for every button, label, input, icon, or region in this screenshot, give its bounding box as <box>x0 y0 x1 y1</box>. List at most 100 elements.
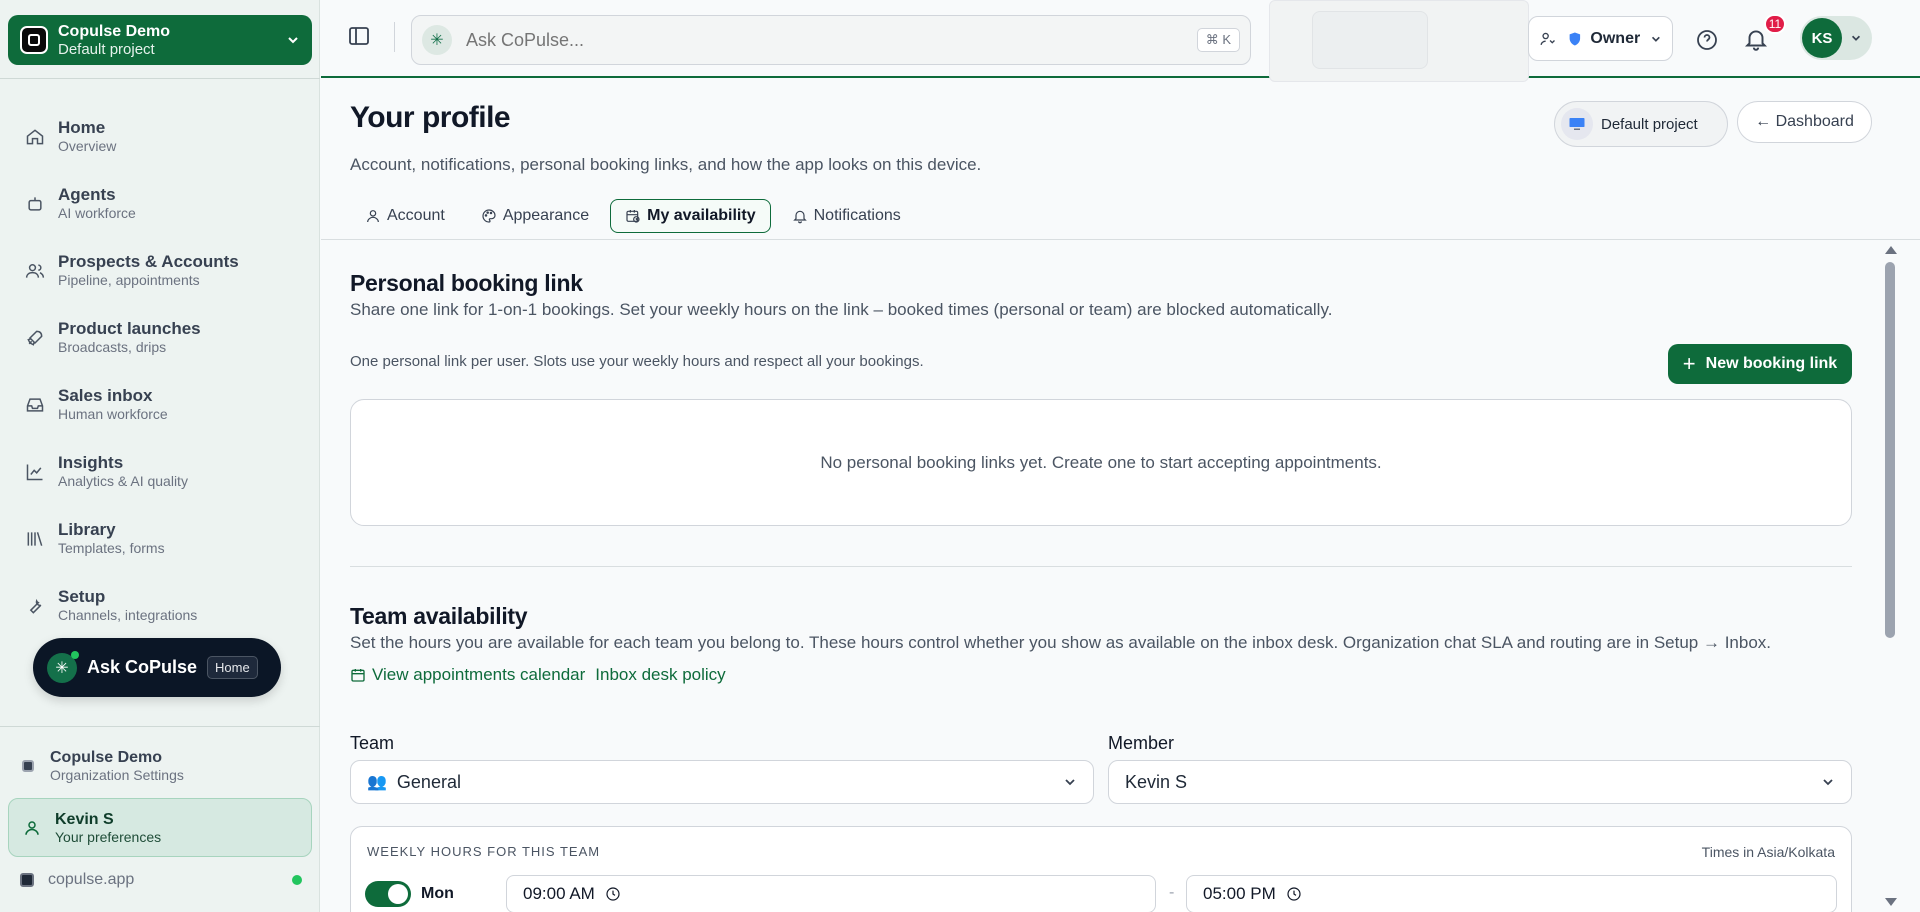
empty-state-text: No personal booking links yet. Create on… <box>820 452 1382 472</box>
search-input[interactable] <box>466 29 1197 51</box>
scroll-up-arrow-icon[interactable] <box>1885 246 1897 254</box>
sidebar-item-sub: AI workforce <box>58 205 136 221</box>
chart-line-icon <box>24 461 46 483</box>
sidebar-item-title: Home <box>58 118 106 137</box>
plus-icon: + <box>1682 351 1696 376</box>
dashboard-button[interactable]: ← Dashboard <box>1737 101 1872 143</box>
page-subtitle: Account, notifications, personal booking… <box>350 155 982 174</box>
scrollbar-thumb[interactable] <box>1885 262 1895 638</box>
tab-label: My availability <box>647 207 756 224</box>
new-booking-link-label: New booking link <box>1705 355 1838 372</box>
chevron-down-icon <box>1652 36 1661 42</box>
sidebar-item-product-launches[interactable]: Product launches Broadcasts, drips <box>24 315 304 367</box>
project-switcher[interactable]: Copulse Demo Default project <box>8 15 312 65</box>
end-time-input[interactable]: 05:00 PM <box>1186 875 1837 912</box>
loading-placeholder <box>1269 0 1529 82</box>
section-divider <box>350 566 1852 567</box>
avatar: KS <box>1802 18 1842 58</box>
user-name: Kevin S <box>55 810 114 828</box>
app-logo-icon <box>20 26 48 54</box>
sidebar-item-sales-inbox[interactable]: Sales inbox Human workforce <box>24 382 304 434</box>
project-switcher-name: Copulse Demo <box>58 22 171 40</box>
team-section-desc: Set the hours you are available for each… <box>350 633 1772 652</box>
robot-icon <box>24 193 46 215</box>
app-icon <box>20 873 34 887</box>
team-select-value: General <box>396 771 461 792</box>
clock-icon <box>606 887 620 901</box>
sidebar-item-library[interactable]: Library Templates, forms <box>24 516 304 568</box>
ask-copulse-button[interactable]: ✳ Ask CoPulse Home <box>33 638 281 697</box>
project-switcher-sub: Default project <box>58 40 155 58</box>
member-select-value: Kevin S <box>1125 771 1188 792</box>
booking-section-title: Personal booking link <box>350 270 583 296</box>
scrollbar[interactable] <box>1880 242 1900 912</box>
timezone-label: Times in Asia/Kolkata <box>1701 844 1835 860</box>
team-select[interactable]: 👥 General <box>350 760 1094 804</box>
domain-row: copulse.app <box>20 868 310 892</box>
tab-notifications[interactable]: Notifications <box>777 199 916 233</box>
sidebar-item-prospects[interactable]: Prospects & Accounts Pipeline, appointmen… <box>24 248 304 300</box>
sidebar-item-home[interactable]: Home Overview <box>24 114 304 166</box>
library-icon <box>24 528 46 550</box>
scroll-down-arrow-icon[interactable] <box>1885 898 1897 906</box>
user-icon <box>367 210 379 223</box>
user-preferences-link[interactable]: Kevin S Your preferences <box>8 798 312 857</box>
sidebar-item-title: Product launches <box>58 319 201 338</box>
day-enabled-toggle[interactable] <box>365 881 411 907</box>
bell-icon <box>792 210 807 224</box>
ask-context-badge: Home <box>207 656 258 679</box>
weekly-hours-panel: WEEKLY HOURS FOR THIS TEAM Times in Asia… <box>350 826 1852 912</box>
sidebar-item-sub: Human workforce <box>58 406 168 422</box>
page-title: Your profile <box>350 101 511 134</box>
new-booking-link-button[interactable]: + New booking link <box>1668 344 1852 384</box>
sidebar-item-sub: Broadcasts, drips <box>58 339 167 355</box>
tab-my-availability[interactable]: My availability <box>610 199 771 233</box>
view-appointments-calendar-link[interactable]: View appointments calendar <box>350 665 585 685</box>
header-divider <box>321 239 1920 240</box>
ask-copulse-label: Ask CoPulse <box>87 657 198 677</box>
tab-label: Notifications <box>813 207 901 224</box>
tab-account[interactable]: Account <box>350 199 460 233</box>
project-chip[interactable]: Default project <box>1554 101 1728 147</box>
user-menu[interactable]: KS <box>1800 16 1872 60</box>
sparkle-icon: ✳ <box>47 650 79 683</box>
search-bar[interactable]: ✳ ⌘ K <box>411 15 1251 65</box>
sidebar-toggle-icon[interactable] <box>347 24 371 48</box>
sidebar: Copulse Demo Default project Home Overvie… <box>0 0 320 912</box>
sidebar-item-title: Agents <box>58 185 116 204</box>
clock-icon <box>1287 887 1301 901</box>
shield-icon <box>1569 31 1580 46</box>
sidebar-divider <box>0 78 320 79</box>
calendar-clock-icon <box>626 210 640 223</box>
tab-label: Appearance <box>502 207 590 224</box>
sidebar-item-insights[interactable]: Insights Analytics & AI quality <box>24 449 304 501</box>
chevron-down-icon <box>1065 779 1075 786</box>
palette-icon <box>482 209 496 223</box>
organization-settings-link[interactable]: Copulse Demo Organization Settings <box>22 745 312 787</box>
role-switcher[interactable]: Owner <box>1528 16 1673 61</box>
help-icon[interactable] <box>1695 28 1719 52</box>
tab-appearance[interactable]: Appearance <box>466 199 604 233</box>
sidebar-item-setup[interactable]: Setup Channels, integrations <box>24 583 304 635</box>
domain-text: copulse.app <box>48 871 135 888</box>
topbar: ✳ ⌘ K Owner 11 KS <box>321 0 1920 82</box>
sidebar-item-agents[interactable]: Agents AI workforce <box>24 181 304 233</box>
notification-count-badge: 11 <box>1764 14 1786 34</box>
inbox-desk-policy-link[interactable]: Inbox desk policy <box>595 665 725 685</box>
app-root: Copulse Demo Default project Home Overvie… <box>0 0 1920 912</box>
sidebar-item-title: Prospects & Accounts <box>58 252 239 271</box>
topbar-divider <box>394 22 395 52</box>
chevron-down-icon <box>1851 35 1861 41</box>
profile-tabs: Account Appearance My availability Notif… <box>350 199 916 233</box>
calendar-link-label: View appointments calendar <box>372 665 586 684</box>
sidebar-divider <box>0 726 320 727</box>
end-time-value: 05:00 PM <box>1203 884 1276 903</box>
start-time-input[interactable]: 09:00 AM <box>506 875 1156 912</box>
member-select[interactable]: Kevin S <box>1108 760 1852 804</box>
org-title: Copulse Demo <box>50 749 163 766</box>
start-time-value: 09:00 AM <box>523 884 595 903</box>
team-links: View appointments calendar Inbox desk po… <box>350 665 726 685</box>
user-switch-icon <box>1540 32 1555 45</box>
wrench-icon <box>24 595 46 617</box>
rocket-icon <box>24 327 46 349</box>
